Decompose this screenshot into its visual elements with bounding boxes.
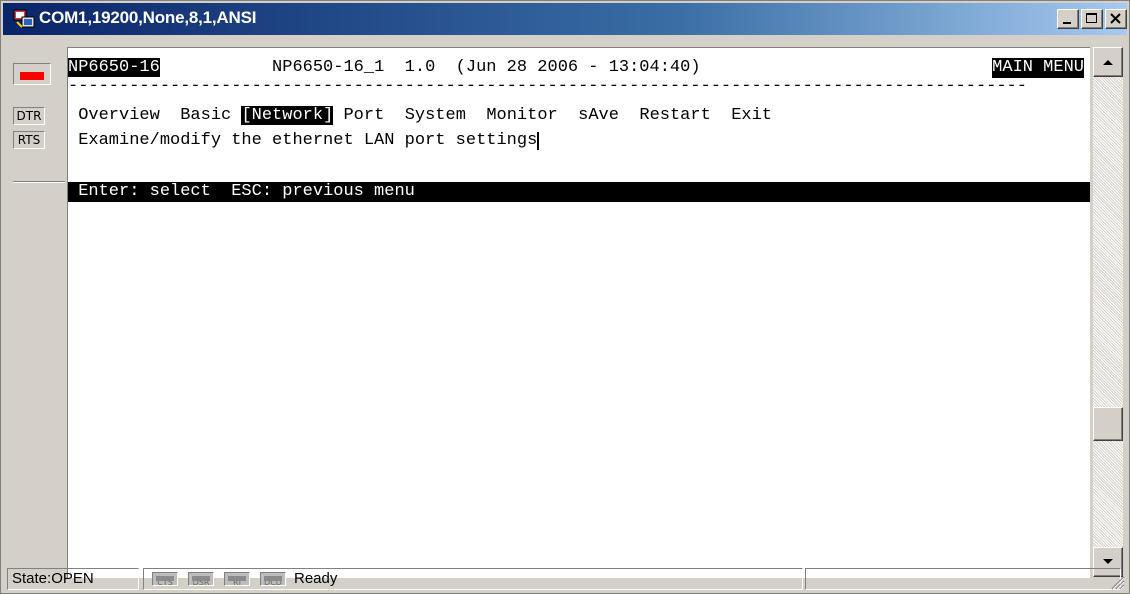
cts-indicator: CTS bbox=[152, 572, 178, 586]
menu-item-network[interactable]: [Network] bbox=[241, 106, 334, 125]
help-text: Enter: select ESC: previous menu bbox=[78, 182, 415, 201]
menu-item-monitor[interactable]: Monitor bbox=[486, 106, 557, 125]
resize-grip-icon[interactable] bbox=[1109, 574, 1125, 590]
window-title: COM1,19200,None,8,1,ANSI bbox=[39, 8, 257, 27]
menu-item-exit[interactable]: Exit bbox=[731, 106, 772, 125]
led-indicator-icon bbox=[20, 72, 44, 80]
menu-item-port[interactable]: Port bbox=[343, 106, 384, 125]
minimize-button[interactable] bbox=[1057, 9, 1079, 29]
close-button[interactable] bbox=[1105, 9, 1127, 29]
status-panel-empty bbox=[805, 568, 1121, 590]
description-line: Examine/modify the ethernet LAN port set… bbox=[68, 131, 540, 151]
menu-item-save[interactable]: sAve bbox=[578, 106, 619, 125]
dsr-indicator: DSR bbox=[188, 572, 214, 586]
dcd-indicator: DCD bbox=[260, 572, 286, 586]
arrow-up-icon bbox=[1103, 60, 1113, 65]
close-icon bbox=[1110, 13, 1121, 24]
status-bar: State:OPEN CTS DSR RI DCD Ready bbox=[5, 566, 1127, 592]
main-menu-bar: Overview Basic [Network] Port System Mon… bbox=[68, 106, 772, 126]
rts-toggle[interactable]: RTS bbox=[13, 131, 45, 149]
maximize-icon bbox=[1086, 13, 1097, 23]
device-name: NP6650-16 bbox=[68, 58, 160, 77]
menu-item-basic[interactable]: Basic bbox=[180, 106, 231, 125]
status-message: Ready bbox=[294, 570, 338, 587]
connection-state: State:OPEN bbox=[7, 568, 139, 590]
separator-line: ----------------------------------------… bbox=[68, 77, 1027, 96]
menu-item-overview[interactable]: Overview bbox=[78, 106, 160, 125]
title-bar[interactable]: COM1,19200,None,8,1,ANSI bbox=[3, 3, 1127, 35]
header-info: NP6650-16_1 1.0 (Jun 28 2006 - 13:04:40) bbox=[272, 58, 701, 77]
dtr-toggle[interactable]: DTR bbox=[13, 107, 45, 125]
terminal-window: COM1,19200,None,8,1,ANSI DTR RTS NP6650-… bbox=[0, 0, 1130, 594]
menu-item-restart[interactable]: Restart bbox=[639, 106, 710, 125]
scroll-up-button[interactable] bbox=[1093, 47, 1123, 77]
signal-panel: DTR RTS bbox=[5, 45, 65, 565]
terminal-screen[interactable]: NP6650-16 NP6650-16_1 1.0 (Jun 28 2006 -… bbox=[67, 47, 1090, 578]
menu-title: MAIN MENU bbox=[992, 58, 1084, 78]
terminal-app-icon bbox=[13, 9, 35, 28]
scroll-thumb[interactable] bbox=[1093, 407, 1123, 441]
panel-divider bbox=[13, 181, 65, 183]
header-line: NP6650-16 NP6650-16_1 1.0 (Jun 28 2006 -… bbox=[68, 58, 1090, 78]
vertical-scrollbar[interactable] bbox=[1093, 47, 1123, 577]
ri-indicator: RI bbox=[224, 572, 250, 586]
minimize-icon bbox=[1063, 22, 1071, 24]
help-bar: Enter: select ESC: previous menu bbox=[68, 182, 1090, 202]
menu-description: Examine/modify the ethernet LAN port set… bbox=[78, 131, 538, 150]
connection-led bbox=[13, 63, 51, 85]
menu-item-system[interactable]: System bbox=[405, 106, 466, 125]
text-cursor bbox=[537, 132, 540, 150]
maximize-button[interactable] bbox=[1081, 9, 1103, 29]
status-indicators: CTS DSR RI DCD Ready bbox=[143, 568, 803, 590]
